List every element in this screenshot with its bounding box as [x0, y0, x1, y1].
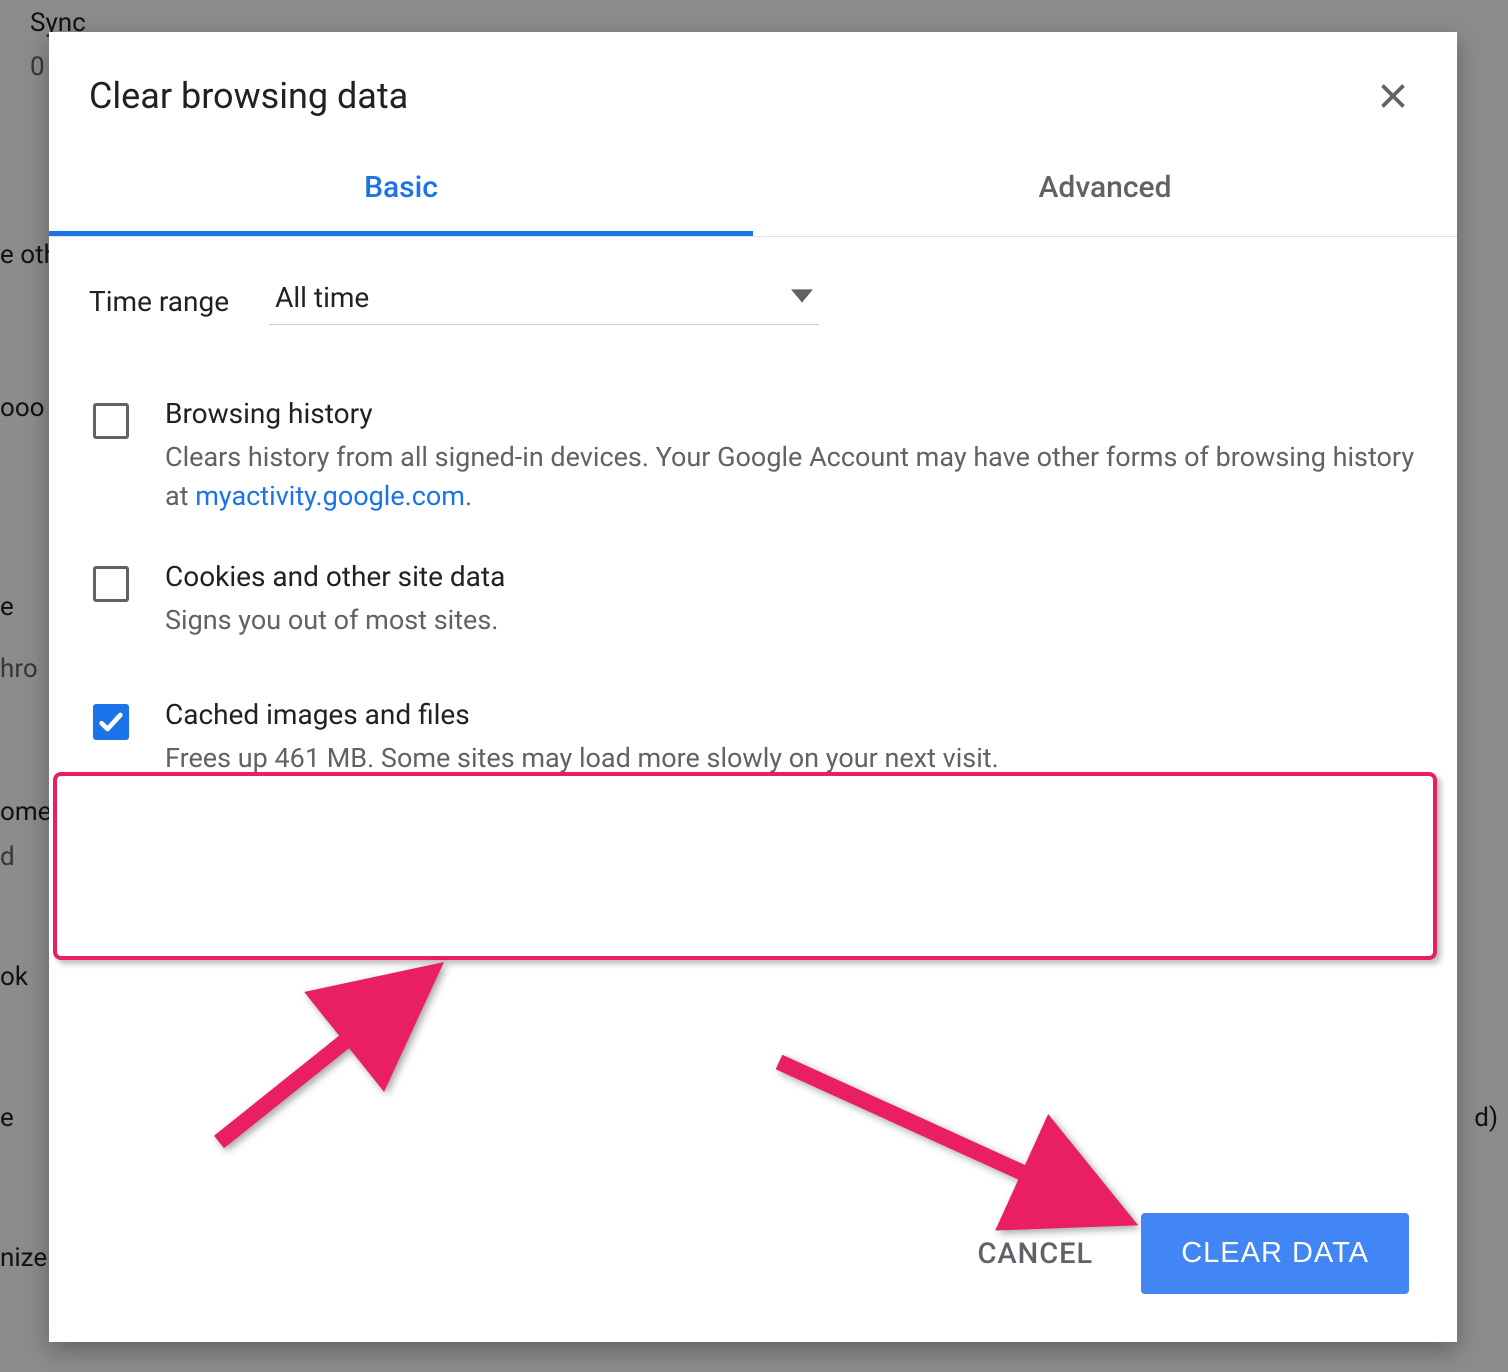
time-range-label: Time range	[89, 285, 229, 318]
clear-data-button[interactable]: CLEAR DATA	[1141, 1213, 1409, 1294]
checkmark-icon	[97, 708, 125, 736]
option-title: Browsing history	[165, 397, 1417, 430]
clear-browsing-data-dialog: Clear browsing data Basic Advanced Time …	[49, 32, 1457, 1342]
option-text: Browsing history Clears history from all…	[165, 397, 1417, 516]
time-range-select[interactable]: All time	[269, 277, 819, 325]
option-text: Cookies and other site data Signs you ou…	[165, 560, 1417, 640]
option-browsing-history: Browsing history Clears history from all…	[89, 381, 1417, 544]
tab-advanced[interactable]: Advanced	[753, 144, 1457, 236]
dialog-header: Clear browsing data	[49, 32, 1457, 144]
option-description: Signs you out of most sites.	[165, 601, 1417, 640]
desc-suffix: .	[465, 480, 472, 512]
dialog-content: Time range All time Browsing history Cle…	[49, 237, 1457, 807]
option-description: Clears history from all signed-in device…	[165, 438, 1417, 516]
option-text: Cached images and files Frees up 461 MB.…	[165, 698, 1417, 778]
chevron-down-icon	[791, 288, 813, 307]
option-title: Cookies and other site data	[165, 560, 1417, 593]
option-title: Cached images and files	[165, 698, 1417, 731]
checkbox-browsing-history[interactable]	[93, 403, 129, 439]
tab-basic[interactable]: Basic	[49, 144, 753, 236]
time-range-value: All time	[275, 281, 369, 314]
option-cookies: Cookies and other site data Signs you ou…	[89, 544, 1417, 668]
close-icon	[1375, 78, 1411, 114]
dialog-footer: CANCEL CLEAR DATA	[977, 1213, 1409, 1294]
tabs: Basic Advanced	[49, 144, 1457, 237]
cancel-button[interactable]: CANCEL	[977, 1237, 1093, 1271]
close-button[interactable]	[1369, 72, 1417, 120]
dialog-title: Clear browsing data	[89, 75, 408, 117]
time-range-row: Time range All time	[89, 277, 1417, 325]
option-cached: Cached images and files Frees up 461 MB.…	[89, 668, 1417, 806]
myactivity-link[interactable]: myactivity.google.com	[195, 480, 465, 512]
checkbox-cached[interactable]	[93, 704, 129, 740]
checkbox-cookies[interactable]	[93, 566, 129, 602]
annotation-arrow-1	[189, 952, 489, 1172]
option-description: Frees up 461 MB. Some sites may load mor…	[165, 739, 1417, 778]
